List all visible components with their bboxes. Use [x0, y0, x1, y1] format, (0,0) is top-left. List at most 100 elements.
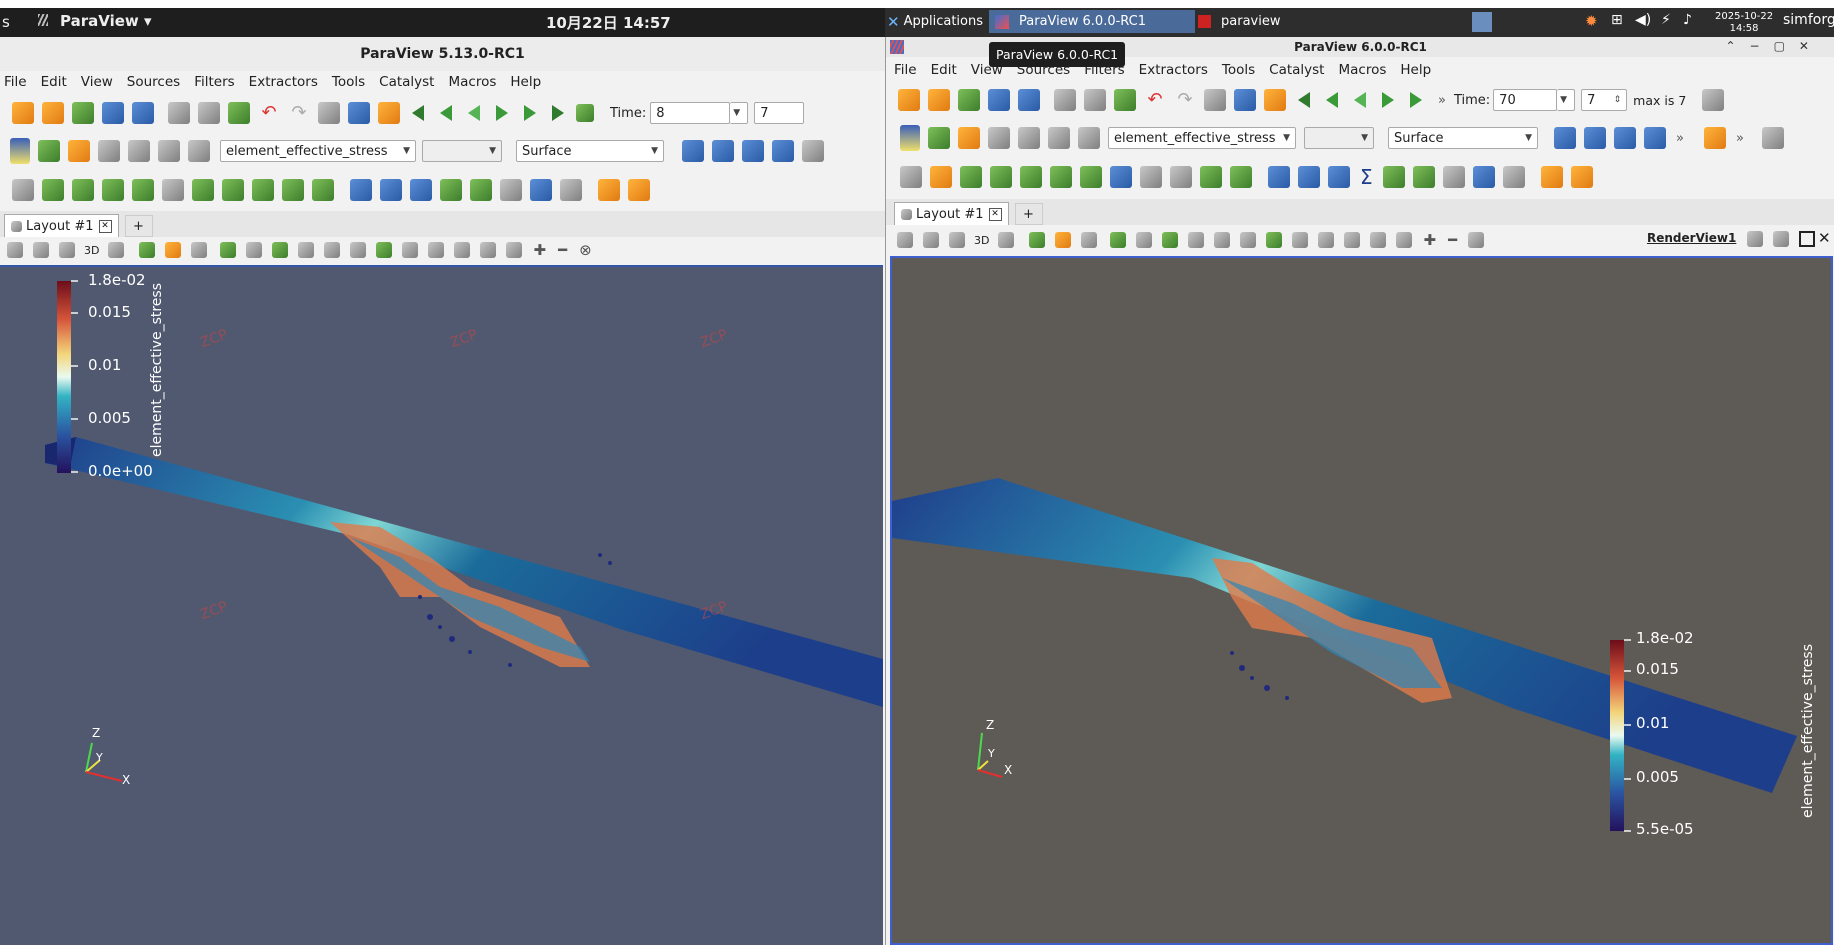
zoom-in-icon[interactable]: ✚ — [1423, 231, 1436, 249]
extract-subset-icon[interactable] — [162, 179, 184, 201]
magnifier-icon[interactable] — [802, 140, 824, 162]
threshold-icon[interactable] — [132, 179, 154, 201]
rescale-custom-icon[interactable] — [988, 127, 1010, 149]
shrink-select-icon[interactable] — [376, 242, 393, 258]
load-state-icon[interactable] — [1084, 89, 1106, 111]
zoom-closest-icon[interactable] — [1614, 127, 1636, 149]
camera-reset-icon[interactable] — [998, 232, 1015, 248]
prev-frame-icon[interactable] — [1326, 92, 1338, 108]
clear-icon[interactable]: ⊗ — [579, 241, 592, 259]
snowflake-icon[interactable] — [1472, 166, 1495, 188]
glyph-icon[interactable] — [1110, 166, 1132, 188]
time-dropdown[interactable]: ▼ — [730, 102, 749, 124]
connect-icon[interactable] — [988, 89, 1010, 111]
time-index-field[interactable]: 7 ⇕ — [1581, 89, 1628, 111]
menu-macros[interactable]: Macros — [448, 74, 496, 90]
connect-icon[interactable] — [102, 102, 124, 124]
edit-colormap-icon[interactable] — [928, 127, 950, 149]
activities-text[interactable]: s — [2, 13, 10, 31]
volume-icon[interactable]: ◀) — [1635, 12, 1651, 28]
bell-icon[interactable]: ♪ — [1683, 12, 1692, 28]
calculator-icon[interactable] — [900, 166, 922, 188]
split-vertical-icon[interactable] — [1773, 231, 1789, 247]
render-canvas-right[interactable] — [892, 258, 1831, 943]
next-frame-icon[interactable] — [1410, 92, 1422, 108]
question-icon[interactable] — [506, 242, 523, 258]
camera-icon[interactable] — [318, 102, 340, 124]
search-icon[interactable] — [1702, 89, 1725, 111]
snowflake-icon[interactable] — [530, 179, 552, 201]
settings-icon[interactable] — [348, 102, 370, 124]
select-points-icon[interactable] — [165, 242, 182, 258]
grow-select-icon[interactable] — [350, 242, 367, 258]
split-v-icon[interactable] — [33, 242, 49, 258]
task-terminal[interactable]: paraview — [1190, 10, 1398, 33]
disconnect-icon[interactable] — [1018, 89, 1040, 111]
ruler-icon[interactable] — [598, 179, 620, 201]
contour-icon[interactable] — [42, 179, 64, 201]
plot-selection-icon[interactable] — [380, 179, 402, 201]
select-frustum-icon[interactable] — [191, 242, 208, 258]
histogram-icon[interactable] — [410, 179, 432, 201]
time-value-field[interactable]: 8 — [650, 102, 731, 124]
color-legend-icon[interactable] — [10, 138, 30, 164]
menu-file[interactable]: File — [4, 74, 27, 90]
plot-over-line-icon[interactable] — [1268, 166, 1290, 188]
stream-tracer-icon[interactable] — [1140, 166, 1162, 188]
open-icon[interactable] — [898, 89, 920, 111]
zoom-box-icon[interactable] — [772, 140, 794, 162]
panel-clock[interactable]: 2025-10-22 14:58 — [1715, 11, 1773, 35]
more-icon[interactable]: » — [1676, 131, 1684, 146]
rubber-icon[interactable] — [1370, 232, 1387, 248]
rubber-icon[interactable] — [480, 242, 497, 258]
menu-view[interactable]: View — [81, 74, 113, 90]
maximize-view-icon[interactable] — [1799, 231, 1815, 247]
rescale-visible-icon[interactable] — [128, 140, 150, 162]
rescale-data-icon[interactable] — [1078, 127, 1100, 149]
python-calc-icon[interactable] — [560, 179, 582, 201]
protractor-icon[interactable] — [1570, 166, 1593, 188]
interactive-select-icon[interactable] — [220, 242, 237, 258]
contour-icon[interactable] — [990, 166, 1012, 188]
loop-icon[interactable] — [576, 104, 594, 122]
array-combo[interactable]: element_effective_stress ▼ — [220, 140, 416, 162]
rescale-time-icon[interactable] — [158, 140, 180, 162]
menu-tools[interactable]: Tools — [332, 74, 365, 90]
capture-icon[interactable] — [949, 232, 965, 248]
redo-icon[interactable]: ↷ — [1174, 89, 1196, 111]
sigma-icon[interactable]: Σ — [1360, 165, 1373, 189]
time-index-field[interactable]: 7 — [754, 102, 805, 124]
protractor-icon[interactable] — [628, 179, 650, 201]
settings-icon[interactable] — [1234, 89, 1256, 111]
find-data-icon[interactable] — [428, 242, 445, 258]
grow-select-icon[interactable] — [1240, 232, 1257, 248]
find-data-icon[interactable] — [1318, 232, 1335, 248]
hover-cells-icon[interactable] — [1214, 232, 1231, 248]
update-icon[interactable]: ✹ — [1585, 12, 1598, 30]
render-canvas-left[interactable] — [0, 267, 883, 945]
menu-edit[interactable]: Edit — [931, 62, 957, 78]
load-state-icon[interactable] — [198, 102, 220, 124]
extract-level-icon[interactable] — [1230, 166, 1252, 188]
split-v-icon[interactable] — [923, 232, 939, 248]
lightbulb-icon[interactable] — [1761, 127, 1784, 149]
split-horizontal-icon[interactable] — [1747, 231, 1763, 247]
slice-icon[interactable] — [102, 179, 124, 201]
hover-cells-icon[interactable] — [324, 242, 341, 258]
close-tab-icon[interactable]: ✕ — [988, 207, 1002, 221]
undo-icon[interactable]: ↶ — [1144, 89, 1166, 111]
transform-icon[interactable] — [930, 166, 952, 188]
component-combo[interactable]: ▼ — [422, 140, 502, 162]
save-data-icon[interactable] — [72, 102, 94, 124]
clear-select-icon[interactable] — [1292, 232, 1309, 248]
warp-icon[interactable] — [252, 179, 274, 201]
prev-frame-icon[interactable] — [440, 105, 452, 121]
play-icon[interactable] — [1382, 92, 1394, 108]
close-tab-icon[interactable]: ✕ — [98, 219, 112, 233]
workspace-icon[interactable] — [1472, 12, 1492, 32]
clock[interactable]: 10月22日 14:57 — [546, 12, 671, 33]
camera-icon[interactable] — [1204, 89, 1226, 111]
zoom-box-icon[interactable] — [1644, 127, 1666, 149]
python-calc-icon[interactable] — [1502, 166, 1525, 188]
save-state-icon[interactable] — [1054, 89, 1076, 111]
